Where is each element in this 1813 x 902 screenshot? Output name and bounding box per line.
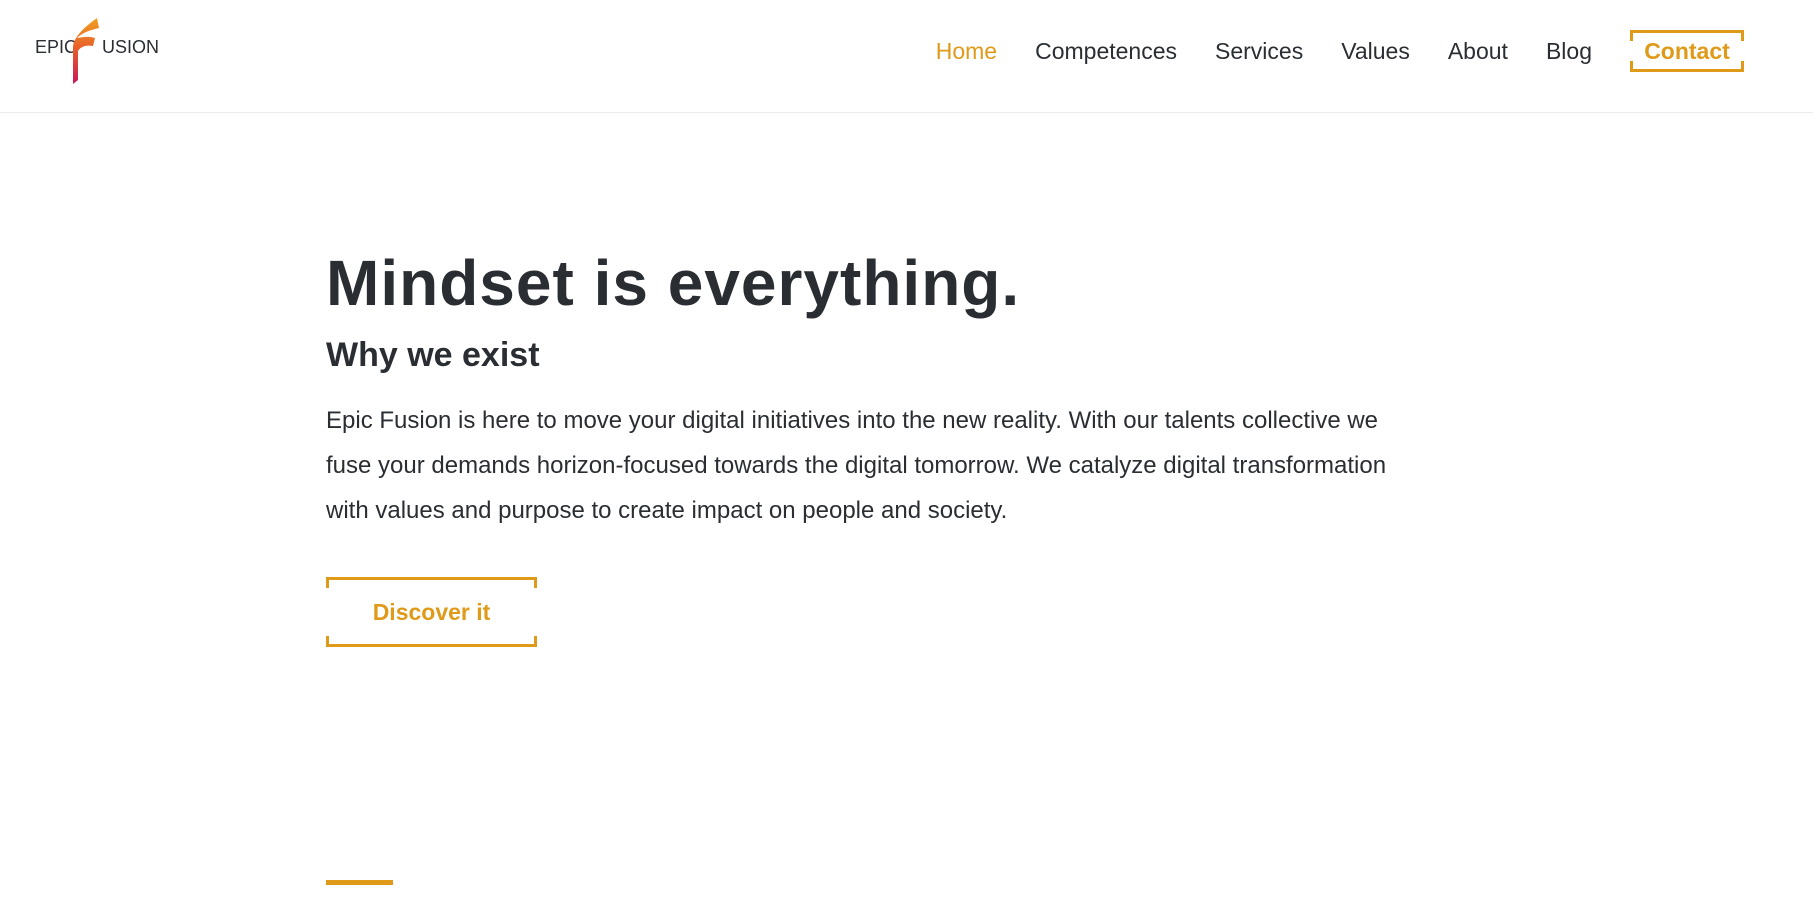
epic-fusion-logo[interactable]: EPIC USION: [35, 18, 159, 84]
bracket-top: [326, 577, 537, 588]
hero-subtitle: Why we exist: [326, 336, 540, 374]
main-nav: Home Competences Services Values About B…: [898, 30, 1744, 72]
hero-body-text: Epic Fusion is here to move your digital…: [326, 407, 1387, 524]
nav-item-values[interactable]: Values: [1341, 30, 1410, 72]
contact-button[interactable]: Contact: [1630, 30, 1744, 72]
nav-item-services[interactable]: Services: [1215, 30, 1303, 72]
bracket-top: [1630, 30, 1744, 41]
hero-section: Mindset is everything. Why we exist Epic…: [326, 240, 1426, 647]
nav-item-home[interactable]: Home: [936, 30, 997, 72]
discover-it-button[interactable]: Discover it: [326, 577, 537, 647]
section-accent-line: [326, 880, 393, 885]
hero-title: Mindset is everything.: [326, 247, 1021, 319]
discover-it-label: Discover it: [372, 599, 491, 625]
bracket-bottom: [326, 636, 537, 647]
nav-item-blog[interactable]: Blog: [1546, 30, 1592, 72]
fusion-flame-icon: [73, 18, 99, 84]
nav-item-about[interactable]: About: [1448, 30, 1508, 72]
logo-text-usion: USION: [102, 37, 160, 57]
nav-item-competences[interactable]: Competences: [1035, 30, 1177, 72]
bracket-bottom: [1630, 61, 1744, 72]
site-header: EPIC USION Home Competences Services Val…: [0, 0, 1813, 113]
